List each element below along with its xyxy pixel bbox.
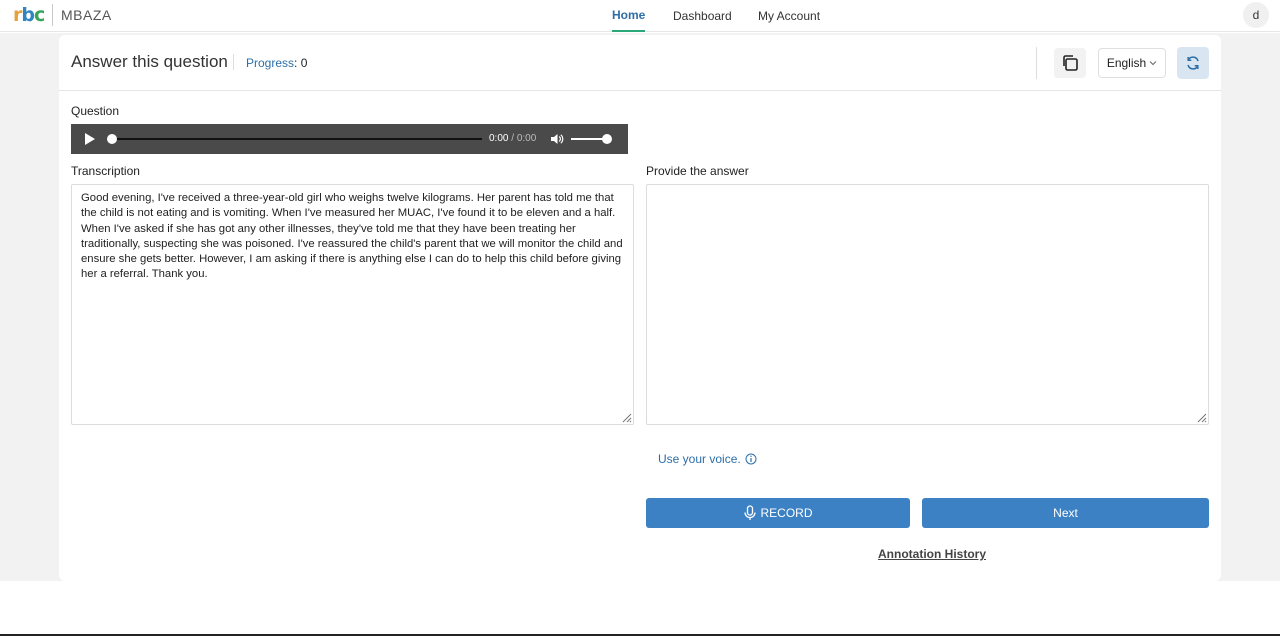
card-header: Answer this question Progress: 0 English [59, 35, 1221, 91]
record-button[interactable]: RECORD [646, 498, 910, 528]
voice-hint-text: Use your voice. [658, 452, 741, 466]
language-value: English [1106, 56, 1147, 70]
chevron-down-icon [1149, 61, 1157, 66]
transcription-textarea[interactable]: Good evening, I've received a three-year… [71, 184, 634, 425]
header-divider [1036, 47, 1037, 79]
copy-icon [1063, 55, 1078, 71]
audio-seek-bar[interactable] [112, 138, 482, 140]
progress-label: Progress [246, 56, 295, 70]
audio-seek-handle[interactable] [107, 134, 117, 144]
transcription-label: Transcription [71, 164, 140, 178]
top-navbar: rbc MBAZA Home Dashboard My Account d [0, 0, 1280, 32]
answer-textarea[interactable] [646, 184, 1209, 425]
audio-player: 0:00 / 0:00 [71, 124, 628, 154]
refresh-icon [1187, 56, 1199, 70]
answer-label: Provide the answer [646, 164, 749, 178]
audio-current-time: 0:00 [489, 133, 509, 144]
next-button-label: Next [1053, 506, 1078, 520]
progress-indicator: Progress: 0 [246, 56, 308, 70]
audio-duration: 0:00 [516, 133, 537, 144]
app-name: MBAZA [61, 7, 112, 23]
audio-time: 0:00 / 0:00 [489, 133, 536, 144]
refresh-button[interactable] [1177, 47, 1209, 79]
resize-handle-icon[interactable] [620, 411, 632, 423]
info-icon [745, 453, 757, 465]
question-label: Question [71, 104, 120, 118]
resize-handle-icon[interactable] [1195, 411, 1207, 423]
record-button-label: RECORD [760, 506, 813, 520]
rbc-logo[interactable]: rbc [13, 4, 45, 26]
volume-icon[interactable] [550, 132, 564, 146]
bottom-divider [0, 634, 1280, 636]
volume-handle[interactable] [602, 134, 612, 144]
nav-my-account[interactable]: My Account [758, 0, 820, 32]
title-divider [233, 54, 234, 70]
play-icon[interactable] [85, 133, 95, 145]
audio-time-separator: / [511, 133, 515, 144]
progress-value: 0 [300, 56, 308, 70]
logo-divider [52, 4, 53, 26]
voice-hint[interactable]: Use your voice. [658, 452, 757, 466]
user-avatar[interactable]: d [1243, 2, 1269, 28]
copy-button[interactable] [1054, 48, 1086, 78]
nav-dashboard[interactable]: Dashboard [673, 0, 732, 32]
nav-home[interactable]: Home [612, 0, 646, 32]
language-select[interactable]: English [1098, 48, 1166, 78]
next-button[interactable]: Next [922, 498, 1209, 528]
annotation-history-link[interactable]: Annotation History [878, 547, 986, 561]
microphone-icon [744, 505, 757, 520]
page-title: Answer this question [71, 52, 228, 71]
